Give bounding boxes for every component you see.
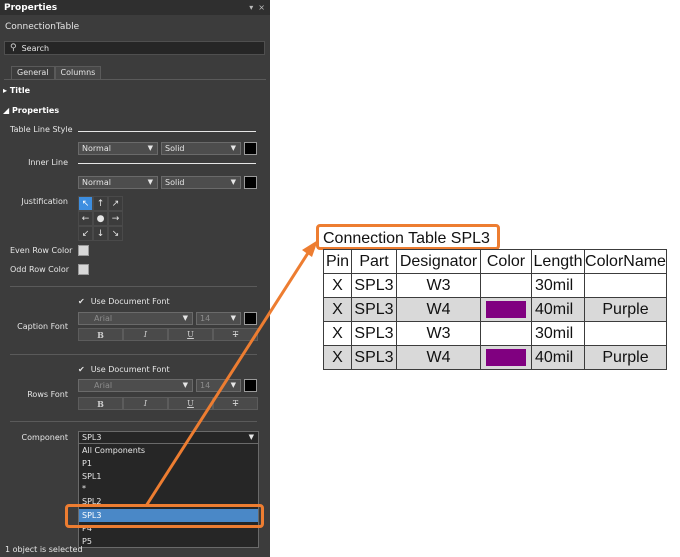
table-row: X SPL3 W4 40mil Purple [323, 345, 667, 370]
connection-table: Pin Part Designator Color Length ColorNa… [323, 249, 667, 370]
cell-part: SPL3 [351, 297, 397, 322]
cell-part: SPL3 [351, 321, 397, 346]
color-swatch [486, 301, 526, 318]
header-pin: Pin [323, 249, 352, 274]
cell-color [480, 297, 532, 322]
header-length: Length [531, 249, 585, 274]
cell-length: 30mil [531, 321, 585, 346]
header-color: Color [480, 249, 532, 274]
cell-part: SPL3 [351, 345, 397, 370]
header-part: Part [351, 249, 397, 274]
cell-pin: X [323, 273, 352, 298]
table-row: X SPL3 W4 40mil Purple [323, 297, 667, 322]
cell-designator: W3 [396, 273, 481, 298]
header-colorname: ColorName [584, 249, 667, 274]
header-designator: Designator [396, 249, 481, 274]
cell-colorname [584, 321, 667, 346]
selected-option-highlight [65, 504, 264, 528]
cell-designator: W4 [396, 297, 481, 322]
connection-table-caption: Connection Table SPL3 [323, 230, 490, 247]
cell-pin: X [323, 321, 352, 346]
cell-pin: X [323, 345, 352, 370]
cell-length: 40mil [531, 345, 585, 370]
cell-designator: W3 [396, 321, 481, 346]
table-header-row: Pin Part Designator Color Length ColorNa… [323, 249, 667, 274]
cell-colorname: Purple [584, 297, 667, 322]
cell-color [480, 321, 532, 346]
cell-designator: W4 [396, 345, 481, 370]
cell-color [480, 273, 532, 298]
cell-colorname [584, 273, 667, 298]
cell-colorname: Purple [584, 345, 667, 370]
color-swatch [486, 349, 526, 366]
table-row: X SPL3 W3 30mil [323, 273, 667, 298]
callout-arrow-line [144, 252, 310, 507]
cell-pin: X [323, 297, 352, 322]
cell-part: SPL3 [351, 273, 397, 298]
cell-color [480, 345, 532, 370]
table-row: X SPL3 W3 30mil [323, 321, 667, 346]
cell-length: 30mil [531, 273, 585, 298]
cell-length: 40mil [531, 297, 585, 322]
